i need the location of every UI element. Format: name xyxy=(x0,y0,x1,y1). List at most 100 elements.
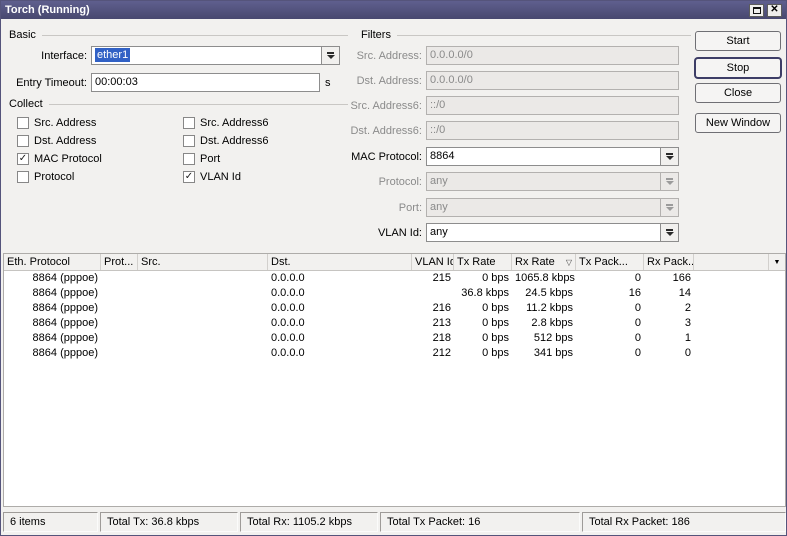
collect-checkbox-mac-protocol[interactable]: ✓ MAC Protocol xyxy=(17,153,183,165)
filter-input[interactable]: ::/0 xyxy=(427,122,678,139)
collect-checkbox-src-address[interactable]: Src. Address xyxy=(17,117,183,129)
filter-input[interactable]: 0.0.0.0/0 xyxy=(427,47,678,64)
interface-dropdown-button[interactable] xyxy=(321,47,339,64)
column-header-dst[interactable]: Dst. xyxy=(268,254,412,270)
dropdown-button[interactable] xyxy=(660,148,678,165)
cell-tx-packets: 0 xyxy=(634,272,641,284)
dropdown-button[interactable] xyxy=(660,199,678,216)
checkbox-unchecked-icon[interactable] xyxy=(183,117,195,129)
cell-vlan-id: 215 xyxy=(432,272,451,284)
cell-tx-packets: 0 xyxy=(634,317,641,329)
start-button[interactable]: Start xyxy=(695,31,781,51)
interface-combobox[interactable]: ether1 xyxy=(91,46,340,65)
filter-field-protocol[interactable]: any xyxy=(426,172,679,191)
entry-timeout-input[interactable]: 00:00:03 xyxy=(92,74,319,91)
filter-field-mac-protocol[interactable]: 8864 xyxy=(426,147,679,166)
collect-checkbox-port[interactable]: Port xyxy=(183,153,349,165)
checkbox-unchecked-icon[interactable] xyxy=(17,117,29,129)
filter-field-src-address6[interactable]: ::/0 xyxy=(426,96,679,115)
column-header-tx-packets[interactable]: Tx Pack... xyxy=(576,254,644,270)
cell-src xyxy=(138,271,268,286)
filter-input[interactable]: 8864 xyxy=(427,148,660,165)
cell-dst: 0.0.0.0 xyxy=(271,347,305,359)
table-row[interactable]: 8864 (pppoe) 0.0.0.0 218 0 bps 512 bps 0 1 xyxy=(4,331,785,346)
collect-checkbox-dst-address6[interactable]: Dst. Address6 xyxy=(183,135,349,147)
torch-results-table: Eth. Protocol Prot... Src. Dst. VLAN Id Tx Ra… xyxy=(3,253,786,507)
minimize-button[interactable] xyxy=(749,3,764,17)
window-title: Torch (Running) xyxy=(5,4,90,16)
cell-vlan-id: 218 xyxy=(432,332,451,344)
filter-field-src-address[interactable]: 0.0.0.0/0 xyxy=(426,46,679,65)
filter-label: Src. Address: xyxy=(356,49,422,62)
cell-prot xyxy=(101,346,138,361)
cell-dst: 0.0.0.0 xyxy=(271,272,305,284)
collect-group-label: Collect xyxy=(9,98,43,110)
checkbox-unchecked-icon[interactable] xyxy=(17,135,29,147)
chevron-down-icon xyxy=(326,52,335,59)
cell-dst: 0.0.0.0 xyxy=(271,332,305,344)
filter-input[interactable]: any xyxy=(427,199,660,216)
new-window-button[interactable]: New Window xyxy=(695,113,781,133)
filter-field-vlan-id[interactable]: any xyxy=(426,223,679,242)
cell-tx-rate: 0 bps xyxy=(482,347,509,359)
filter-label: Dst. Address: xyxy=(356,74,422,87)
table-row[interactable]: 8864 (pppoe) 0.0.0.0 215 0 bps 1065.8 kbps 0 1… xyxy=(4,271,785,286)
cell-dst: 0.0.0.0 xyxy=(271,317,305,329)
window-content: Basic Interface: ether1 Entry Timeout: 0… xyxy=(1,20,786,535)
dropdown-button[interactable] xyxy=(660,224,678,241)
collect-checkbox-vlan-id[interactable]: ✓ VLAN Id xyxy=(183,171,349,183)
column-header-tx-rate[interactable]: Tx Rate xyxy=(454,254,512,270)
checkbox-label: Dst. Address xyxy=(34,135,97,147)
column-selector-button[interactable]: ▼ xyxy=(768,254,785,270)
collect-checkbox-dst-address[interactable]: Dst. Address xyxy=(17,135,183,147)
cell-eth-protocol: 8864 (pppoe) xyxy=(32,272,98,284)
table-row[interactable]: 8864 (pppoe) 0.0.0.0 212 0 bps 341 bps 0 0 xyxy=(4,346,785,361)
filter-field-port[interactable]: any xyxy=(426,198,679,217)
filter-field-dst-address6[interactable]: ::/0 xyxy=(426,121,679,140)
checkbox-unchecked-icon[interactable] xyxy=(17,171,29,183)
interface-value: ether1 xyxy=(95,48,131,62)
column-header-vlan-id[interactable]: VLAN Id xyxy=(412,254,454,270)
checkbox-unchecked-icon[interactable] xyxy=(183,153,195,165)
collect-checkbox-protocol[interactable]: Protocol xyxy=(17,171,183,183)
table-row[interactable]: 8864 (pppoe) 0.0.0.0 213 0 bps 2.8 kbps 0 3 xyxy=(4,316,785,331)
table-row[interactable]: 8864 (pppoe) 0.0.0.0 216 0 bps 11.2 kbps 0 2 xyxy=(4,301,785,316)
cell-rx-rate: 11.2 kbps xyxy=(526,302,573,314)
titlebar[interactable]: Torch (Running) ✕ xyxy=(1,1,786,19)
filter-input[interactable]: any xyxy=(427,173,660,190)
cell-tx-rate: 36.8 kbps xyxy=(461,287,509,299)
filter-row-port: Port: any xyxy=(348,198,679,217)
filter-input[interactable]: 0.0.0.0/0 xyxy=(427,72,678,89)
cell-vlan-id xyxy=(412,286,454,301)
column-header-eth-protocol[interactable]: Eth. Protocol xyxy=(4,254,101,270)
column-header-rx-packets[interactable]: Rx Pack... xyxy=(644,254,694,270)
checkbox-unchecked-icon[interactable] xyxy=(183,135,195,147)
filter-input[interactable]: ::/0 xyxy=(427,97,678,114)
checkbox-label: Src. Address xyxy=(34,117,97,129)
filter-field-dst-address[interactable]: 0.0.0.0/0 xyxy=(426,71,679,90)
interface-input[interactable]: ether1 xyxy=(92,47,321,64)
collect-checkbox-src-address6[interactable]: Src. Address6 xyxy=(183,117,349,129)
column-header-prot[interactable]: Prot... xyxy=(101,254,138,270)
chevron-down-icon xyxy=(665,178,674,185)
entry-timeout-field[interactable]: 00:00:03 xyxy=(91,73,320,92)
cell-tx-packets: 0 xyxy=(634,302,641,314)
filter-input[interactable]: any xyxy=(427,224,660,241)
close-button[interactable]: Close xyxy=(695,83,781,103)
checkbox-checked-icon[interactable]: ✓ xyxy=(183,171,195,183)
sort-descending-icon: ▽ xyxy=(565,257,572,267)
table-row[interactable]: 8864 (pppoe) 0.0.0.0 36.8 kbps 24.5 kbps 16 1… xyxy=(4,286,785,301)
dropdown-button[interactable] xyxy=(660,173,678,190)
minimize-icon xyxy=(752,6,761,14)
basic-group-label: Basic xyxy=(9,29,36,41)
cell-rx-rate: 1065.8 kbps xyxy=(515,272,575,284)
checkbox-label: Protocol xyxy=(34,171,75,183)
checkbox-checked-icon[interactable]: ✓ xyxy=(17,153,29,165)
column-header-src[interactable]: Src. xyxy=(138,254,268,270)
interface-label: Interface: xyxy=(41,49,87,62)
stop-button[interactable]: Stop xyxy=(695,58,781,78)
column-header-rx-rate[interactable]: Rx Rate ▽ xyxy=(512,254,576,270)
close-button[interactable]: ✕ xyxy=(767,3,782,17)
filter-row-src-address6: Src. Address6:::/0 xyxy=(348,96,679,115)
entry-timeout-row: Entry Timeout: 00:00:03 s xyxy=(9,73,331,92)
